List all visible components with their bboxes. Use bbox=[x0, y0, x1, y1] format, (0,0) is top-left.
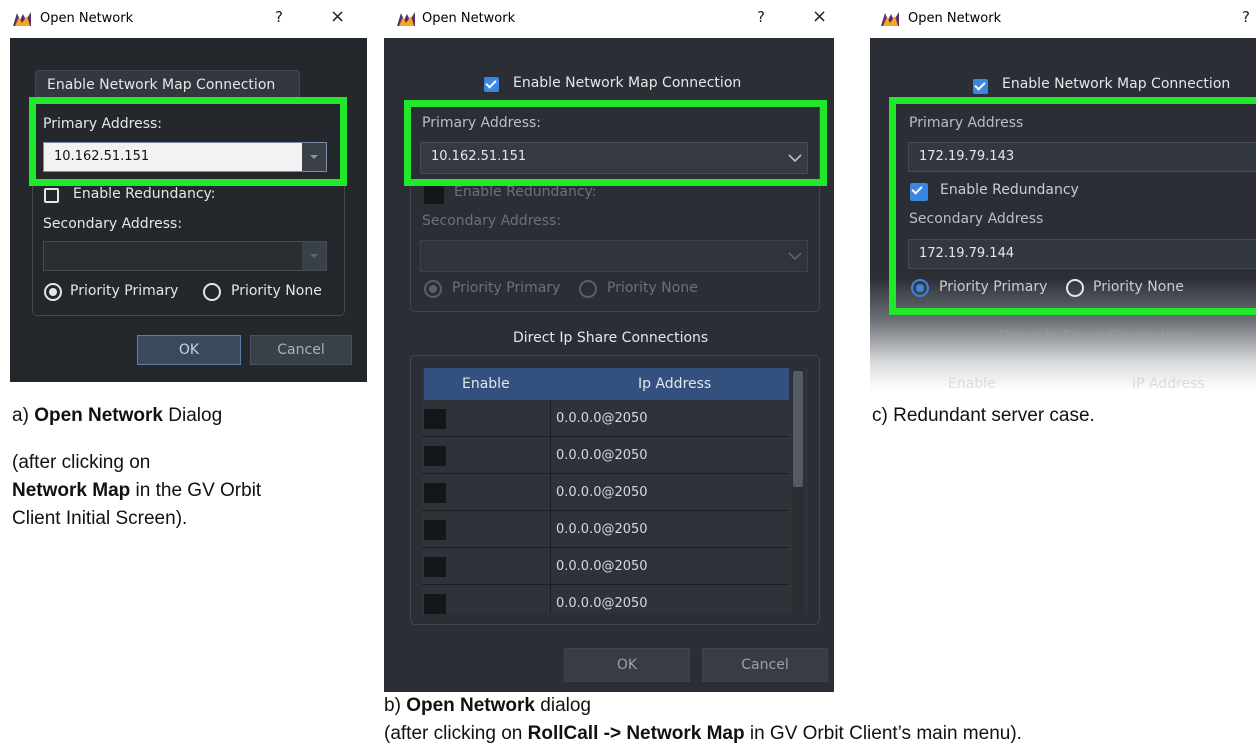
enable-map-label: Enable Network Map Connection bbox=[1002, 76, 1231, 92]
highlight-box-c bbox=[889, 97, 1256, 315]
share-connections-title: Direct Ip Share Connections bbox=[513, 330, 709, 346]
secondary-address-combo[interactable] bbox=[43, 241, 327, 271]
help-icon[interactable]: ? bbox=[757, 8, 765, 26]
row-enable-checkbox[interactable] bbox=[424, 520, 446, 540]
enable-map-checkbox[interactable] bbox=[484, 77, 499, 92]
caption-b-prefix: b) bbox=[384, 695, 407, 716]
caption-b-note-prefix: (after clicking on bbox=[384, 723, 528, 744]
row-enable-checkbox[interactable] bbox=[424, 483, 446, 503]
caption-b-note-suffix: in GV Orbit Client’s main menu). bbox=[744, 723, 1022, 744]
enable-redundancy-checkbox[interactable] bbox=[44, 188, 59, 203]
app-icon bbox=[13, 12, 31, 26]
chevron-down-icon bbox=[788, 252, 802, 261]
row-enable-checkbox[interactable] bbox=[424, 446, 446, 466]
priority-none-radio[interactable] bbox=[579, 280, 597, 298]
enable-redundancy-label: Enable Redundancy: bbox=[454, 184, 597, 200]
caption-a-note-2-bold: Network Map bbox=[12, 480, 131, 501]
caption-b-bold: Open Network bbox=[406, 695, 535, 716]
table-scrollbar[interactable] bbox=[792, 368, 804, 614]
column-header-enable[interactable]: Enable bbox=[462, 376, 510, 392]
column-header-enable: Enable bbox=[948, 376, 996, 390]
close-icon[interactable]: × bbox=[812, 6, 827, 27]
priority-primary-label: Priority Primary bbox=[452, 280, 561, 296]
table-row[interactable]: 0.0.0.0@2050 bbox=[422, 474, 789, 511]
highlight-box-b bbox=[404, 100, 827, 186]
secondary-dropdown-button[interactable] bbox=[783, 241, 807, 271]
row-ip-address: 0.0.0.0@2050 bbox=[556, 596, 648, 611]
priority-none-radio[interactable] bbox=[203, 283, 221, 301]
caption-a-note-2-rest: in the GV Orbit bbox=[130, 480, 262, 501]
dialog-title: Open Network bbox=[422, 11, 516, 26]
dialog-title: Open Network bbox=[40, 11, 134, 26]
close-icon[interactable]: × bbox=[330, 6, 345, 27]
enable-map-label: Enable Network Map Connection bbox=[47, 77, 276, 93]
caption-b-note: (after clicking on RollCall -> Network M… bbox=[384, 723, 1022, 745]
share-connections-title: Direct Ip Share Connections bbox=[999, 329, 1195, 345]
caption-a-prefix: a) bbox=[12, 405, 35, 426]
dialog-a-body: Enable Network Map Connection Primary Ad… bbox=[10, 38, 367, 382]
titlebar-b: Open Network ? × bbox=[384, 0, 834, 38]
secondary-address-label: Secondary Address: bbox=[43, 216, 183, 232]
app-icon bbox=[881, 12, 899, 26]
scrollbar-thumb[interactable] bbox=[793, 371, 803, 487]
row-enable-checkbox[interactable] bbox=[424, 409, 446, 429]
secondary-address-combo[interactable] bbox=[420, 240, 808, 272]
caption-a-bold: Open Network bbox=[34, 405, 163, 426]
enable-redundancy-checkbox[interactable] bbox=[424, 186, 444, 204]
dialog-title: Open Network bbox=[908, 11, 1002, 26]
caption-a-suffix: Dialog bbox=[163, 405, 223, 426]
enable-map-checkbox[interactable] bbox=[973, 79, 988, 94]
caption-b-suffix: dialog bbox=[535, 695, 591, 716]
ok-button[interactable]: OK bbox=[564, 648, 690, 682]
table-row[interactable]: 0.0.0.0@2050 bbox=[422, 548, 789, 585]
priority-primary-radio[interactable] bbox=[424, 280, 442, 298]
app-icon bbox=[397, 12, 415, 26]
row-ip-address: 0.0.0.0@2050 bbox=[556, 522, 648, 537]
share-table: Enable Ip Address 0.0.0.0@2050 0.0.0.0@2… bbox=[422, 368, 808, 614]
help-icon[interactable]: ? bbox=[1242, 8, 1250, 26]
cancel-button[interactable]: Cancel bbox=[250, 335, 352, 365]
caption-b-note-bold: RollCall -> Network Map bbox=[527, 723, 745, 744]
priority-none-label: Priority None bbox=[607, 280, 698, 296]
caption-a: a) Open Network Dialog bbox=[12, 405, 222, 427]
enable-map-label: Enable Network Map Connection bbox=[513, 75, 742, 91]
row-ip-address: 0.0.0.0@2050 bbox=[556, 559, 648, 574]
secondary-address-label: Secondary Address: bbox=[422, 213, 562, 229]
titlebar-a: Open Network ? × bbox=[0, 0, 370, 38]
caption-a-note-1: (after clicking on bbox=[12, 452, 151, 473]
caption-a-note-2: Network Map in the GV Orbit bbox=[12, 480, 261, 502]
row-ip-address: 0.0.0.0@2050 bbox=[556, 411, 648, 426]
titlebar-c: Open Network ? bbox=[870, 0, 1256, 38]
column-header-ip[interactable]: Ip Address bbox=[638, 376, 711, 392]
priority-primary-radio[interactable] bbox=[44, 283, 62, 301]
table-row[interactable]: 0.0.0.0@2050 bbox=[422, 511, 789, 548]
enable-redundancy-label: Enable Redundancy: bbox=[73, 186, 216, 202]
row-ip-address: 0.0.0.0@2050 bbox=[556, 448, 648, 463]
priority-none-label: Priority None bbox=[231, 283, 322, 299]
row-enable-checkbox[interactable] bbox=[424, 557, 446, 577]
chevron-down-icon bbox=[310, 254, 318, 258]
table-header: Enable Ip Address bbox=[424, 368, 789, 400]
row-enable-checkbox[interactable] bbox=[424, 594, 446, 614]
secondary-dropdown-button[interactable] bbox=[302, 242, 326, 270]
caption-a-note-3: Client Initial Screen). bbox=[12, 508, 188, 529]
ok-button[interactable]: OK bbox=[137, 335, 241, 365]
column-header-ip: IP Address bbox=[1132, 376, 1205, 390]
cancel-button[interactable]: Cancel bbox=[702, 648, 828, 682]
row-ip-address: 0.0.0.0@2050 bbox=[556, 485, 648, 500]
help-icon[interactable]: ? bbox=[275, 8, 283, 26]
highlight-box-a bbox=[29, 97, 347, 186]
table-row[interactable]: 0.0.0.0@2050 bbox=[422, 585, 789, 614]
caption-b: b) Open Network dialog bbox=[384, 695, 591, 717]
table-row[interactable]: 0.0.0.0@2050 bbox=[422, 437, 789, 474]
priority-primary-label: Priority Primary bbox=[70, 283, 179, 299]
table-row[interactable]: 0.0.0.0@2050 bbox=[422, 400, 789, 437]
caption-c: c) Redundant server case. bbox=[872, 405, 1095, 426]
